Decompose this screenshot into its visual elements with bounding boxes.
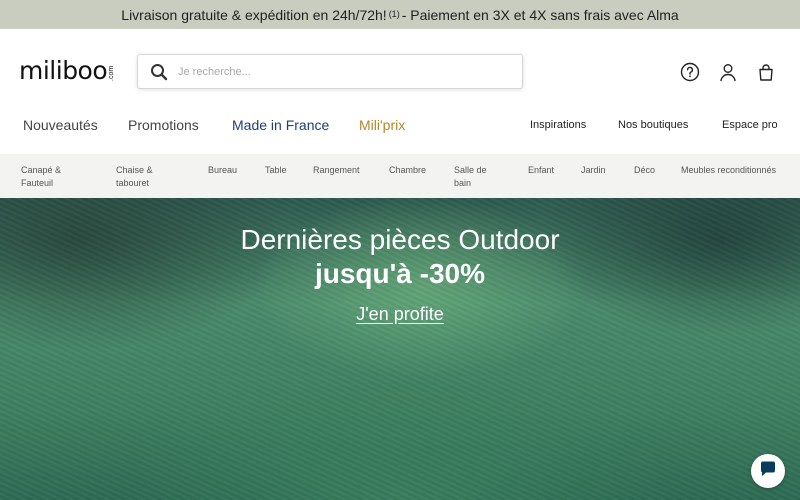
category-enfant[interactable]: Enfant <box>528 164 554 177</box>
category-label-line1: Table <box>265 165 287 175</box>
category-label-line1: Chaise & <box>116 165 153 175</box>
logo[interactable]: miliboo .com <box>19 58 122 83</box>
nav-item-nouveautes[interactable]: Nouveautés <box>23 117 98 133</box>
category-label-line1: Bureau <box>208 165 238 175</box>
category-bureau[interactable]: Bureau <box>208 164 237 177</box>
hero-cta-link[interactable]: J'en profite <box>356 304 444 324</box>
hero-banner[interactable]: Dernières pièces Outdoor jusqu'à -30% J'… <box>0 198 800 500</box>
category-meubles-reconditionnes[interactable]: Meubles reconditionnés <box>681 164 776 177</box>
announcement-text: Livraison gratuite & expédition en 24h/7… <box>121 6 387 23</box>
nav-item-nos-boutiques[interactable]: Nos boutiques <box>618 119 688 131</box>
help-icon[interactable] <box>679 61 701 83</box>
user-icon[interactable] <box>717 61 739 83</box>
nav-item-made-in-france[interactable]: Made in France <box>232 117 329 133</box>
category-label-line1: Rangement <box>313 165 360 175</box>
category-label-line2: tabouret <box>116 178 150 188</box>
announcement-bar: Livraison gratuite & expédition en 24h/7… <box>0 0 800 29</box>
hero-subtitle: jusqu'à -30% <box>314 258 486 289</box>
category-chambre[interactable]: Chambre <box>389 164 426 177</box>
category-canape-fauteuil[interactable]: Canapé & Fauteuil <box>21 164 61 190</box>
category-deco[interactable]: Déco <box>634 164 655 177</box>
category-label-line1: Canapé & <box>21 165 62 175</box>
category-label-line1: Salle de <box>454 165 487 175</box>
category-salle-de-bain[interactable]: Salle de bain <box>454 164 487 190</box>
hero-title: Dernières pièces Outdoor <box>240 224 560 255</box>
hero-cta-wrapper: J'en profite <box>0 304 800 325</box>
nav-item-inspirations[interactable]: Inspirations <box>530 119 586 131</box>
bag-icon[interactable] <box>755 61 777 83</box>
nav-item-promotions[interactable]: Promotions <box>128 117 199 133</box>
category-jardin[interactable]: Jardin <box>581 164 606 177</box>
search-icon[interactable] <box>149 62 169 82</box>
category-table[interactable]: Table <box>265 164 287 177</box>
category-label-line1: Meubles reconditionnés <box>681 165 777 175</box>
logo-suffix: .com <box>108 65 116 81</box>
logo-wordmark: miliboo <box>19 56 108 85</box>
category-chaise-tabouret[interactable]: Chaise & tabouret <box>116 164 153 190</box>
chat-bubble-icon <box>759 460 777 483</box>
category-label-line2: Fauteuil <box>21 178 54 188</box>
category-label-line1: Chambre <box>389 165 427 175</box>
nav-item-miliprix[interactable]: Mili'prix <box>359 117 405 133</box>
announcement-footnote[interactable]: (1) <box>389 9 400 19</box>
category-label-line1: Déco <box>634 165 656 175</box>
search-input[interactable] <box>178 65 498 78</box>
category-rangement[interactable]: Rangement <box>313 164 360 177</box>
category-label-line1: Jardin <box>581 165 606 175</box>
chat-button[interactable] <box>751 454 785 488</box>
category-label-line1: Enfant <box>528 165 555 175</box>
search-bar[interactable] <box>137 54 523 89</box>
category-label-line2: bain <box>454 178 472 188</box>
nav-item-espace-pro[interactable]: Espace pro <box>722 119 778 131</box>
announcement-payment-text: - Paiement en 3X et 4X sans frais avec A… <box>401 6 679 23</box>
